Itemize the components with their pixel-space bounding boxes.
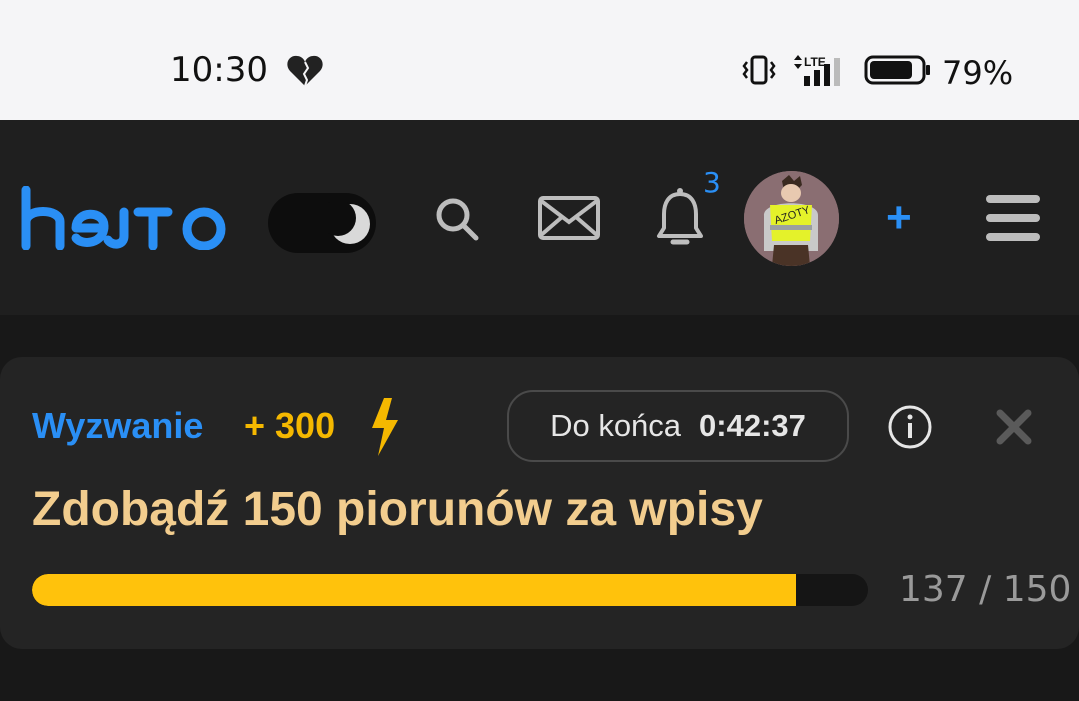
progress-fill [32,574,796,606]
hamburger-menu-icon[interactable] [986,194,1040,247]
close-icon[interactable] [995,408,1033,451]
svg-text:LTE: LTE [804,55,826,69]
dark-mode-toggle[interactable] [268,193,376,253]
progress-count: 137 / 150 [899,569,1072,610]
status-time: 10:30 [170,50,268,90]
info-icon[interactable] [887,404,933,455]
challenge-title: Zdobądź 150 piorunów za wpisy [32,483,763,536]
avatar[interactable]: AZOTY [744,171,839,266]
hejto-logo[interactable] [20,185,235,255]
challenge-timer: Do końca 0:42:37 [507,390,849,462]
battery-percent: 79% [942,53,1014,92]
timer-value: 0:42:37 [699,408,806,443]
status-bar: 10:30 LTE 79% [0,0,1079,120]
battery-icon [864,54,932,91]
challenge-label: Wyzwanie [32,405,204,446]
search-icon[interactable] [434,196,480,247]
timer-label: Do końca [550,408,682,443]
moon-icon [320,200,372,251]
status-icons: LTE 79% [742,52,1013,93]
challenge-progress-bar [32,574,868,606]
mail-icon[interactable] [538,196,600,245]
challenge-points: + 300 [244,405,336,446]
notification-count-badge: 3 [703,166,721,199]
page-background [0,649,1079,701]
vibrate-icon [742,54,776,91]
lte-signal-icon: LTE [790,52,850,93]
add-post-button[interactable]: + [886,196,912,240]
heart-icon [286,54,324,93]
lightning-icon [366,398,402,461]
bell-icon[interactable] [656,186,704,255]
